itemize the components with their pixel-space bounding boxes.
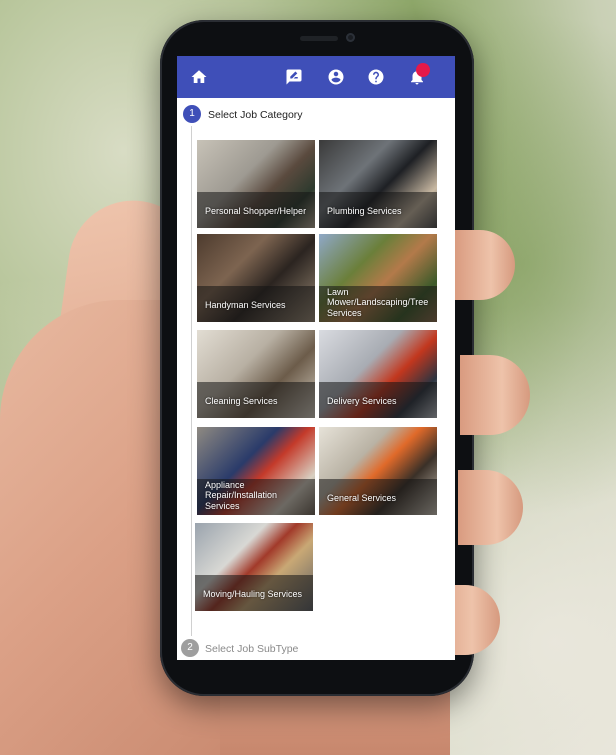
category-label: General Services: [327, 492, 397, 503]
account-icon[interactable]: [327, 68, 345, 86]
category-tile-personal-shopper[interactable]: Personal Shopper/Helper: [197, 140, 315, 228]
category-label: Personal Shopper/Helper: [205, 205, 307, 216]
category-label: Plumbing Services: [327, 205, 402, 216]
category-label: Lawn Mower/Landscaping/Tree Services: [327, 286, 429, 318]
category-label: Appliance Repair/Installation Services: [205, 479, 278, 511]
category-label: Cleaning Services: [205, 395, 278, 406]
app-toolbar: [177, 56, 455, 98]
category-label: Handyman Services: [205, 299, 286, 310]
chat-icon[interactable]: [285, 68, 303, 86]
home-icon[interactable]: [190, 68, 208, 86]
category-tile-general[interactable]: General Services: [319, 427, 437, 515]
category-tile-handyman[interactable]: Handyman Services: [197, 234, 315, 322]
category-label: Delivery Services: [327, 395, 397, 406]
step-2-indicator[interactable]: 2: [181, 639, 199, 657]
category-tile-moving-hauling[interactable]: Moving/Hauling Services: [195, 523, 313, 611]
category-tile-lawn-landscaping[interactable]: Lawn Mower/Landscaping/Tree Services: [319, 234, 437, 322]
category-tile-cleaning[interactable]: Cleaning Services: [197, 330, 315, 418]
step-1-label[interactable]: Select Job Category: [208, 109, 303, 121]
category-tile-appliance-repair[interactable]: Appliance Repair/Installation Services: [197, 427, 315, 515]
category-tile-plumbing[interactable]: Plumbing Services: [319, 140, 437, 228]
notification-badge: [416, 63, 430, 77]
stepper-connector: [191, 126, 192, 636]
phone-camera: [346, 33, 355, 42]
phone-speaker: [300, 36, 338, 41]
step-1-indicator[interactable]: 1: [183, 105, 201, 123]
app-screen: 1 Select Job Category Personal Shopper/H…: [177, 56, 455, 660]
step-2-label[interactable]: Select Job SubType: [205, 643, 298, 655]
help-icon[interactable]: [367, 68, 385, 86]
category-label: Moving/Hauling Services: [203, 588, 303, 599]
category-tile-delivery[interactable]: Delivery Services: [319, 330, 437, 418]
